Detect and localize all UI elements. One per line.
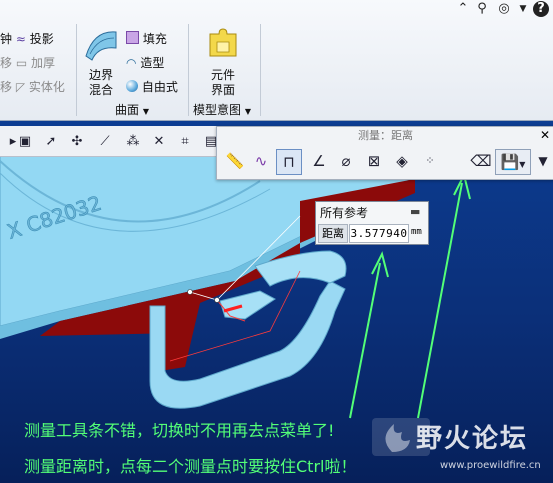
ribbon-item-solidify[interactable]: 移 ◸ 实体化 (0, 78, 65, 95)
model-intent-group-label[interactable]: 模型意图 ▼ (193, 101, 251, 118)
forum-watermark: 野火论坛 www.proewildfire.cn (372, 416, 550, 478)
chevron-up-icon[interactable]: ⌃ (455, 1, 471, 17)
volume-measure-icon[interactable]: ◈ (390, 149, 414, 173)
dropdown-arrow-icon[interactable]: ▼ (515, 1, 531, 17)
solidify-icon: ◸ (15, 80, 26, 94)
save-icon: 💾 (500, 153, 520, 171)
transform-measure-icon[interactable]: ⁘ (418, 149, 442, 173)
surface-group-text: 曲面 (115, 103, 140, 117)
ribbon: ⌃ ⚲ ◎ ▼ ? 钟 ≈ 投影 移 ▭ 加厚 移 ◸ 实体化 边界 混合 填充 (0, 0, 553, 121)
boundary-blend-icon (85, 31, 117, 61)
save-dropdown-button[interactable]: 💾▼ (495, 149, 531, 175)
group-separator (76, 24, 77, 116)
annotation-line-2: 测量距离时，点每二个测量点时要按住Ctrl啦！ (24, 457, 357, 476)
measure-toolbar: 测量：距离 ✕ 📏 ∿ ⊓ ∠ ⌀ ⊠ ◈ ⁘ ⌫ 💾▼ ▼ (216, 126, 553, 180)
diameter-measure-icon[interactable]: ⌀ (334, 149, 358, 173)
help-center-icon[interactable]: ◎ (496, 1, 512, 17)
group-separator (188, 24, 189, 116)
chevron-down-icon: ▼ (244, 107, 251, 116)
solidify-label: 实体化 (28, 80, 65, 94)
plane-display-icon[interactable]: ⟋ (92, 129, 118, 155)
group-separator (260, 24, 261, 116)
thicken-icon: ▭ (15, 56, 28, 70)
style-label: 造型 (140, 56, 165, 70)
project-prefix: 钟 (0, 32, 13, 46)
watermark-title: 野火论坛 (416, 424, 529, 454)
boundary-blend-label-1: 边界 (88, 68, 113, 82)
distance-measure-icon[interactable]: ⊓ (276, 149, 302, 175)
angle-measure-icon[interactable]: ∠ (307, 149, 331, 173)
freestyle-icon (126, 80, 138, 92)
surface-group-label[interactable]: 曲面 ▼ (115, 101, 149, 118)
ribbon-item-project[interactable]: 钟 ≈ 投影 (0, 30, 54, 47)
fill-label: 填充 (142, 32, 167, 46)
search-icon[interactable]: ⚲ (474, 1, 490, 17)
ribbon-item-freestyle[interactable]: 自由式 (126, 78, 178, 95)
freestyle-label: 自由式 (141, 80, 178, 94)
measure-result-panel: 所有参考 ▬ 距离 3.577940 mm (315, 201, 429, 245)
fill-icon (126, 31, 139, 44)
help-icon[interactable]: ? (533, 1, 549, 17)
toolbar-menu-icon[interactable]: ▼ (531, 149, 553, 173)
solidify-prefix: 移 (0, 80, 13, 94)
thicken-label: 加厚 (31, 56, 56, 70)
distance-unit: mm (411, 227, 422, 237)
view-toolbar: ▸ ▣ ➚ ✣ ⟋ ⁂ ✕ ⌗ ▤ (0, 126, 220, 157)
measure-toolbar-title: 测量：距离 (358, 129, 413, 142)
ribbon-item-style[interactable]: ◠ 造型 (126, 54, 164, 71)
annotation-line-1: 测量工具条不错，切换时不用再去点菜单了! (24, 421, 335, 440)
length-measure-icon[interactable]: 📏 (223, 149, 247, 173)
annotation-display-icon[interactable]: ⌗ (172, 129, 198, 155)
component-label-1: 元件 (210, 68, 235, 82)
distance-label: 距离 (318, 224, 348, 243)
curve-measure-icon[interactable]: ∿ (249, 149, 273, 173)
area-measure-icon[interactable]: ⊠ (362, 149, 386, 173)
style-icon: ◠ (126, 56, 137, 70)
pointer-icon[interactable]: ➚ (38, 129, 64, 155)
chevron-down-icon: ▼ (519, 160, 526, 169)
close-icon[interactable]: ✕ (540, 128, 550, 142)
ribbon-item-fill[interactable]: 填充 (126, 30, 167, 47)
title-bar: ⌃ ⚲ ◎ ▼ ? (0, 0, 553, 20)
snapshot-icon[interactable]: ▣ (12, 129, 38, 155)
minimize-icon[interactable]: ▬ (410, 205, 420, 218)
component-label-2: 界面 (210, 83, 235, 97)
project-icon: ≈ (15, 32, 26, 46)
axis-display-icon[interactable]: ✣ (64, 129, 90, 155)
model-intent-group-text: 模型意图 (193, 103, 242, 117)
watermark-url: www.proewildfire.cn (440, 460, 541, 471)
csys-display-icon[interactable]: ✕ (146, 129, 172, 155)
boundary-blend-label-2: 混合 (88, 83, 113, 97)
ribbon-item-thicken[interactable]: 移 ▭ 加厚 (0, 54, 55, 71)
puzzle-icon (209, 28, 237, 57)
chevron-down-icon: ▼ (142, 107, 149, 116)
project-label: 投影 (29, 32, 54, 46)
eraser-icon[interactable]: ⌫ (469, 149, 493, 173)
point-display-icon[interactable]: ⁂ (120, 129, 146, 155)
distance-value: 3.577940 (349, 224, 409, 243)
thicken-prefix: 移 (0, 56, 13, 70)
result-title: 所有参考 (320, 206, 369, 220)
